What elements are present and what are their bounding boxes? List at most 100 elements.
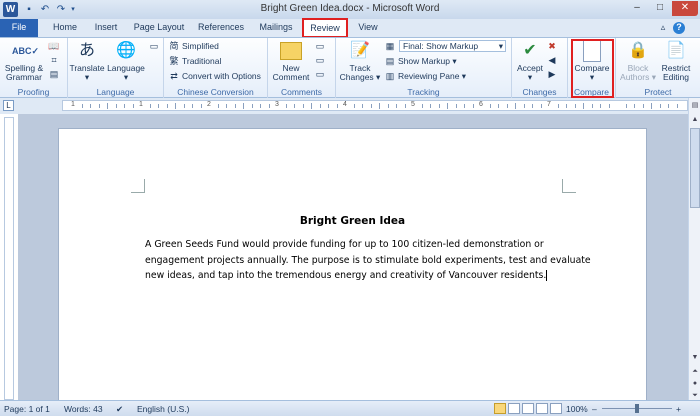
block-authors-button[interactable]: 🔒 Block Authors ▾ [620, 40, 656, 82]
group-comments: New Comment ▭ ▭ ▭ Comments [268, 38, 336, 98]
previous-change-icon: ◀ [548, 55, 556, 66]
tab-selector-button[interactable]: L [3, 100, 14, 111]
ruler-tick [574, 104, 576, 108]
document-page[interactable]: Bright Green Idea A Green Seeds Fund wou… [58, 128, 647, 416]
language-button[interactable]: 🌐 Language ▾ [106, 40, 146, 82]
grammar-label: Grammar [6, 72, 42, 82]
horizontal-ruler[interactable]: 1 1 2 3 4 5 6 7 [62, 100, 688, 111]
ruler-tick [132, 104, 134, 108]
delete-comment-button[interactable]: ▭ [314, 40, 328, 52]
vertical-ruler[interactable] [4, 117, 14, 400]
ruler-tick [430, 104, 431, 108]
language-globe-icon: 🌐 [116, 42, 136, 59]
ruler-tick [226, 104, 227, 108]
accept-icon: ✔ [523, 42, 537, 59]
document-title[interactable]: Bright Green Idea [59, 215, 646, 227]
compare-button[interactable]: Compare ▾ [572, 40, 612, 82]
help-icon[interactable]: ? [673, 22, 685, 34]
scroll-thumb[interactable] [690, 128, 700, 208]
paragraph-line[interactable]: engagement projects annually. The purpos… [145, 253, 591, 269]
ruler-tick [668, 104, 669, 108]
ruler-tick [566, 104, 567, 108]
restrict-editing-button[interactable]: 📄 Restrict Editing [656, 40, 696, 82]
spelling-grammar-button[interactable]: ABC✓ Spelling & Grammar [2, 40, 46, 82]
tab-page-layout[interactable]: Page Layout [128, 19, 190, 37]
word-count-icon: ▤ [49, 69, 59, 80]
paragraph-line-text[interactable]: new ideas, and tap into the tremendous e… [145, 270, 546, 281]
tab-insert[interactable]: Insert [86, 19, 126, 37]
thesaurus-button[interactable]: ⌗ [48, 54, 62, 66]
reject-button[interactable]: ✖ [546, 40, 560, 52]
ruler-tick [608, 104, 610, 108]
tab-file[interactable]: File [0, 19, 38, 37]
track-changes-button[interactable]: 📝 Track Changes ▾ [338, 40, 382, 82]
full-screen-view-icon[interactable] [508, 403, 520, 414]
ribbon-tab-row: File Home Insert Page Layout References … [0, 18, 700, 38]
group-label-comments: Comments [280, 87, 323, 97]
ruler-tick [472, 104, 474, 108]
minimize-button[interactable]: – [626, 1, 648, 16]
research-icon: 📖 [48, 41, 60, 52]
tab-view[interactable]: View [350, 19, 386, 37]
scroll-down-icon[interactable]: ▼ [690, 352, 700, 363]
document-body[interactable]: A Green Seeds Fund would provide funding… [145, 237, 591, 284]
word-count[interactable]: Words: 43 [64, 404, 103, 414]
tab-review[interactable]: Review [302, 18, 348, 38]
minimize-ribbon-icon[interactable]: ▵ [657, 22, 669, 34]
traditional-button[interactable]: 繁 Traditional [168, 55, 221, 67]
convert-icon: ⇄ [170, 71, 178, 82]
maximize-button[interactable]: □ [649, 1, 671, 16]
page-count[interactable]: Page: 1 of 1 [4, 404, 50, 414]
ruler-tick [285, 104, 287, 108]
show-markup-button[interactable]: ▤ Show Markup ▾ [384, 55, 457, 67]
reviewing-pane-icon: ▥ [385, 71, 395, 82]
compare-icon [583, 40, 601, 62]
translate-button[interactable]: あ Translate ▾ [68, 40, 106, 82]
convert-options-button[interactable]: ⇄ Convert with Options [168, 70, 261, 82]
zoom-slider-knob[interactable] [635, 404, 639, 413]
browse-object-icon[interactable]: ● [690, 378, 700, 389]
scroll-up-icon[interactable]: ▲ [690, 114, 700, 125]
next-comment-button[interactable]: ▭ [314, 68, 328, 80]
outline-view-icon[interactable] [536, 403, 548, 414]
previous-comment-button[interactable]: ▭ [314, 54, 328, 66]
previous-change-button[interactable]: ◀ [546, 54, 560, 66]
tab-home[interactable]: Home [46, 19, 84, 37]
accept-button[interactable]: ✔ Accept ▾ [514, 40, 546, 82]
zoom-in-button[interactable]: + [676, 404, 681, 414]
ruler-tick [183, 104, 185, 108]
web-layout-view-icon[interactable] [522, 403, 534, 414]
group-label-protect: Protect [644, 87, 672, 97]
paragraph-line-last[interactable]: new ideas, and tap into the tremendous e… [145, 268, 575, 284]
previous-page-icon[interactable]: ⏶ [690, 366, 700, 377]
language-status[interactable]: English (U.S.) [137, 404, 189, 414]
print-layout-view-icon[interactable] [494, 403, 506, 414]
vertical-scrollbar[interactable]: ▤ ▲ ▼ ⏶ ● ⏷ [688, 98, 700, 400]
proofing-status-icon[interactable]: ✔ [116, 404, 123, 415]
group-label-chinese: Chinese Conversion [177, 87, 254, 97]
ruler-toggle-icon[interactable]: ▤ [690, 100, 700, 111]
display-for-review-dropdown[interactable]: Final: Show Markup ▾ [399, 40, 506, 52]
draft-view-icon[interactable] [550, 403, 562, 414]
reviewing-pane-button[interactable]: ▥ Reviewing Pane ▾ [384, 70, 466, 82]
ruler-tick [455, 104, 457, 108]
tab-mailings[interactable]: Mailings [252, 19, 300, 37]
ruler-tick [353, 104, 355, 108]
paragraph-line[interactable]: A Green Seeds Fund would provide funding… [145, 237, 575, 253]
group-tracking: 📝 Track Changes ▾ ▦ Final: Show Markup ▾ … [336, 38, 512, 98]
research-button[interactable]: 📖 [48, 40, 62, 52]
window-title: Bright Green Idea.docx - Microsoft Word [260, 3, 440, 14]
ruler-tick [523, 104, 525, 108]
zoom-level[interactable]: 100% [566, 404, 588, 414]
language-extra-button[interactable]: ▭ [148, 40, 162, 52]
simplified-button[interactable]: 简 Simplified [168, 40, 218, 52]
word-window: W ▪ ↶ ↷ ▾ Bright Green Idea.docx - Micro… [0, 0, 700, 416]
group-changes: ✔ Accept ▾ ✖ ◀ ▶ Changes [512, 38, 568, 98]
next-change-button[interactable]: ▶ [546, 68, 560, 80]
close-button[interactable]: ✕ [672, 1, 698, 16]
tab-references[interactable]: References [192, 19, 250, 37]
word-count-button[interactable]: ▤ [48, 68, 62, 80]
zoom-out-button[interactable]: – [592, 404, 597, 414]
new-comment-button[interactable]: New Comment [272, 40, 310, 82]
document-area: Bright Green Idea A Green Seeds Fund wou… [18, 114, 688, 416]
